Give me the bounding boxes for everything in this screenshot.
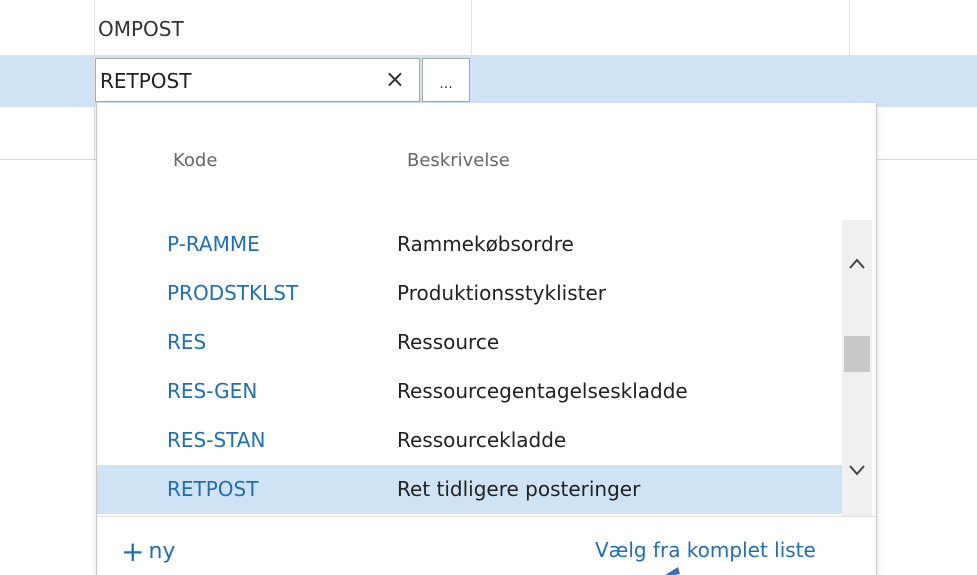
code-input-value: RETPOST	[100, 69, 192, 93]
list-item[interactable]: PRODSTKLST Produktionsstyklister	[97, 269, 842, 318]
list-item-description: Ressource	[397, 330, 500, 354]
list-item-description: Ret tidligere posteringer	[397, 477, 641, 501]
list-item[interactable]: RES Ressource	[97, 318, 842, 367]
clear-icon[interactable]: ×	[385, 65, 405, 93]
dropdown-footer: + ny Vælg fra komplet liste	[97, 516, 876, 575]
select-from-full-list-link[interactable]: Vælg fra komplet liste	[595, 538, 816, 562]
list-item-description: Ressourcekladde	[397, 428, 567, 452]
list-item-code: RES	[167, 330, 207, 354]
scrollbar[interactable]	[842, 220, 872, 516]
column-header-code[interactable]: Kode	[173, 150, 217, 171]
column-header-description[interactable]: Beskrivelse	[407, 150, 510, 171]
new-button[interactable]: + ny	[121, 535, 175, 568]
plus-icon: +	[121, 535, 145, 568]
list-item[interactable]: P-RAMME Rammekøbsordre	[97, 220, 842, 269]
list-item[interactable]: RES-GEN Ressourcegentagelseskladde	[97, 367, 842, 416]
list-item-code: RES-GEN	[167, 379, 258, 403]
list-item-code: RETPOST	[167, 477, 259, 501]
pointer-arrow-icon	[665, 567, 680, 575]
lookup-button[interactable]: ...	[422, 58, 470, 102]
list-item-description: Produktionsstyklister	[397, 281, 606, 305]
chevron-down-icon[interactable]	[842, 452, 872, 492]
lookup-dropdown: Kode Beskrivelse P-RAMME Rammekøbsordre …	[96, 103, 877, 575]
cell-value: OMPOST	[98, 17, 184, 41]
list-item[interactable]: RES-STAN Ressourcekladde	[97, 416, 842, 465]
grid-row-ompost[interactable]: OMPOST	[0, 0, 977, 55]
list-item-code: PRODSTKLST	[167, 281, 299, 305]
list-item-description: Ressourcegentagelseskladde	[397, 379, 688, 403]
lookup-list: P-RAMME Rammekøbsordre PRODSTKLST Produk…	[97, 220, 842, 514]
list-item-code: RES-STAN	[167, 428, 266, 452]
chevron-up-icon[interactable]	[842, 242, 872, 282]
list-item-selected[interactable]: RETPOST Ret tidligere posteringer	[97, 465, 842, 514]
scrollbar-thumb[interactable]	[844, 336, 870, 372]
list-item-code: P-RAMME	[167, 232, 260, 256]
page: OMPOST RETPOST × ... Kode Beskrivelse P-…	[0, 0, 977, 575]
list-item-description: Rammekøbsordre	[397, 232, 574, 256]
new-button-label: ny	[148, 539, 176, 564]
code-input[interactable]: RETPOST ×	[95, 58, 420, 102]
